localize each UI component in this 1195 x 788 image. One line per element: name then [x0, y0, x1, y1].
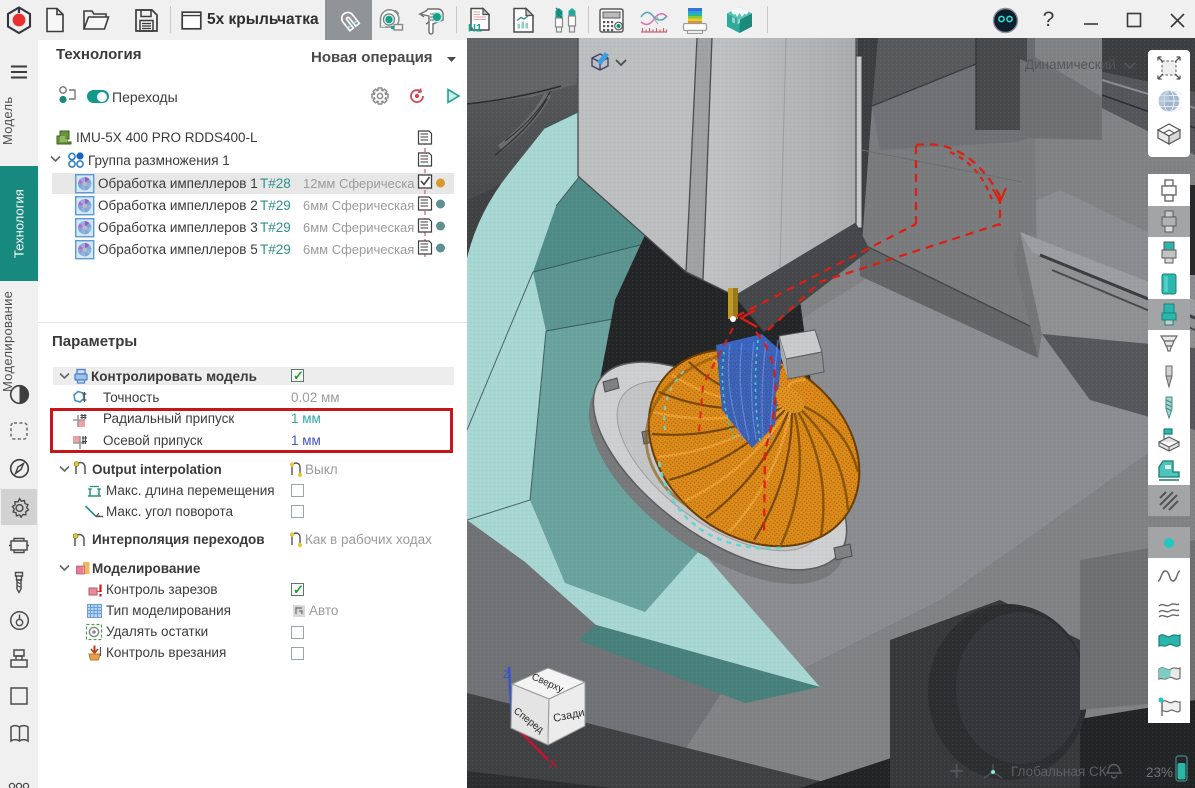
svg-text:Z: Z	[503, 669, 510, 681]
svg-text:23%: 23%	[1146, 765, 1173, 780]
svg-text:Глобальная СК: Глобальная СК	[1011, 764, 1107, 779]
svg-text:N1: N1	[468, 22, 482, 34]
svg-text:Динамический: Динамический	[1025, 57, 1116, 72]
svg-text:X: X	[549, 757, 557, 771]
